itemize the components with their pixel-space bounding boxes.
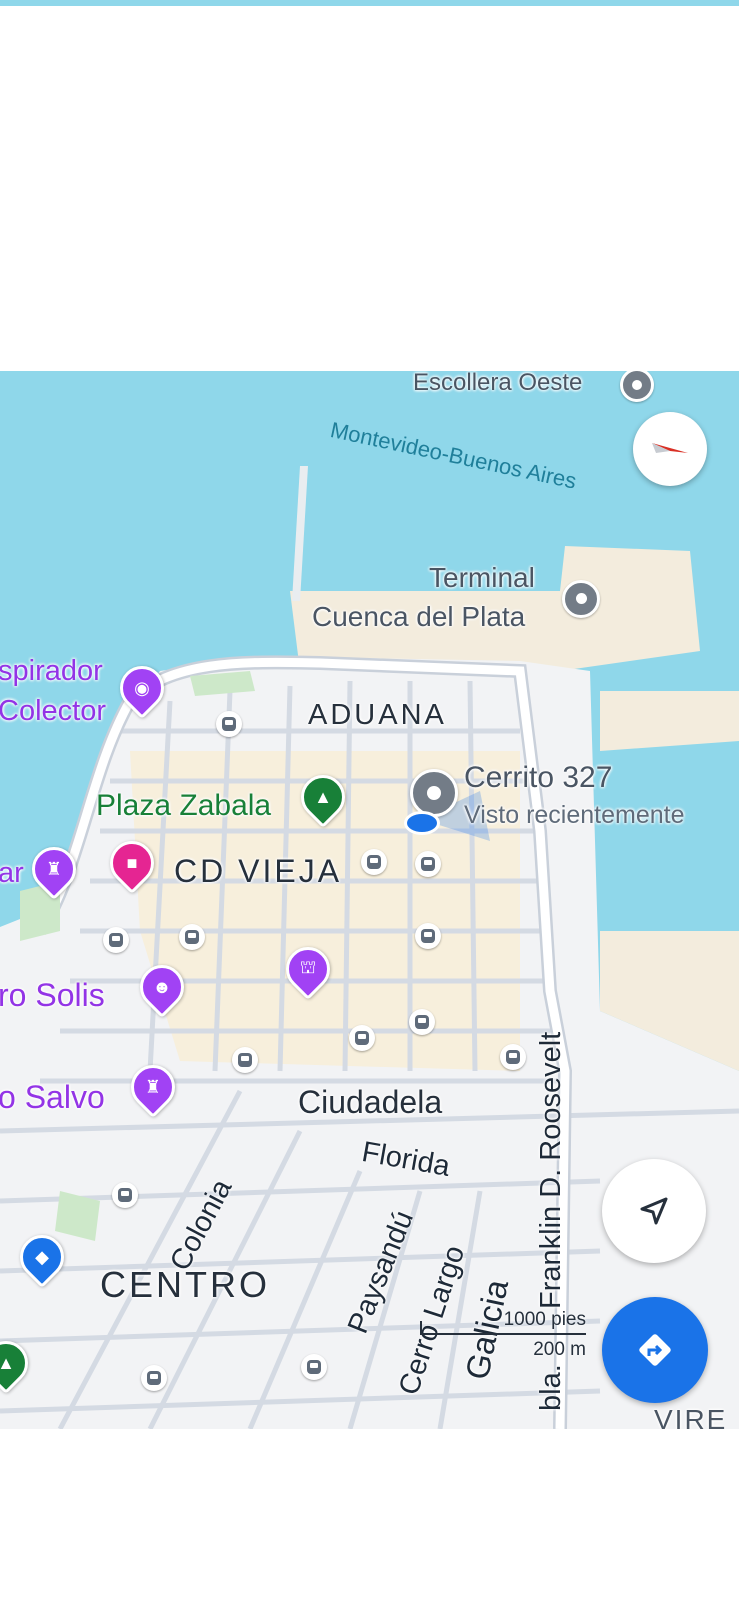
top-edge — [0, 0, 739, 6]
left-ar-label[interactable]: ar — [0, 859, 24, 888]
plaza-zabala-label[interactable]: Plaza Zabala — [96, 791, 271, 821]
compass-button[interactable] — [633, 412, 707, 486]
tree-icon: ▲ — [0, 1352, 15, 1373]
terminal-label-2[interactable]: Cuenca del Plata — [312, 603, 525, 631]
roosevelt-label: Franklin D. Roosevelt — [535, 1031, 567, 1309]
bus-stop-icon[interactable] — [301, 1354, 327, 1380]
scale-feet-label: 1000 pies — [503, 1309, 586, 1330]
current-location-dot — [404, 811, 440, 835]
bus-stop-icon[interactable] — [232, 1047, 258, 1073]
bus-stop-icon[interactable] — [112, 1182, 138, 1208]
ciudadela-label: Ciudadela — [298, 1084, 443, 1120]
museum-icon: ⛫ — [299, 957, 317, 977]
bus-stop-icon[interactable] — [216, 711, 242, 737]
bus-stop-icon[interactable] — [141, 1365, 167, 1391]
castle-icon: ♜ — [144, 1076, 162, 1097]
mirador-label-2[interactable]: Colector — [0, 697, 106, 726]
bus-stop-icon[interactable] — [349, 1025, 375, 1051]
centro-label: CENTRO — [100, 1264, 270, 1305]
corner-label: VIRE — [654, 1404, 728, 1430]
place-name-label[interactable]: Cerrito 327 — [464, 763, 612, 793]
bus-stop-icon[interactable] — [409, 1009, 435, 1035]
terminal-pin[interactable] — [562, 580, 600, 618]
my-location-icon — [640, 1197, 668, 1225]
shopping-bag-icon: ◆ — [35, 1246, 49, 1267]
bus-stop-icon[interactable] — [500, 1044, 526, 1070]
tree-icon: ▲ — [314, 786, 332, 807]
teatro-solis-label[interactable]: ro Solis — [0, 979, 105, 1011]
escollera-label[interactable]: Escollera Oeste — [413, 371, 582, 395]
camera-icon: ◉ — [134, 677, 150, 698]
directions-button[interactable] — [602, 1297, 708, 1403]
my-location-button[interactable] — [602, 1159, 706, 1263]
scale-bar: 1000 pies 200 m — [420, 1309, 590, 1367]
cd-vieja-label: CD VIEJA — [174, 853, 343, 889]
place-sub-label[interactable]: Visto recientemente — [464, 803, 685, 828]
map-view[interactable]: Escollera Oeste Montevideo-Buenos Aires … — [0, 371, 739, 1429]
bottom-sheet — [0, 1429, 739, 1600]
directions-icon — [639, 1334, 671, 1366]
top-panel — [3, 6, 739, 371]
rambla-label: bla. — [535, 1364, 567, 1411]
compass-icon — [652, 443, 688, 453]
bus-stop-icon[interactable] — [179, 924, 205, 950]
terminal-label-1[interactable]: Terminal — [429, 564, 535, 592]
bed-icon: ■ — [126, 852, 138, 873]
mirador-label-1[interactable]: spirador — [0, 657, 103, 686]
saved-place-pin[interactable] — [410, 769, 458, 817]
aduana-label: ADUANA — [308, 699, 447, 731]
bus-stop-icon[interactable] — [103, 927, 129, 953]
bus-stop-icon[interactable] — [361, 849, 387, 875]
bus-stop-icon[interactable] — [415, 851, 441, 877]
scale-meters-label: 200 m — [533, 1339, 586, 1360]
castle-icon: ♜ — [45, 858, 63, 879]
theater-icon: ☻ — [152, 976, 172, 997]
bus-stop-icon[interactable] — [415, 923, 441, 949]
palacio-salvo-label[interactable]: o Salvo — [0, 1081, 105, 1113]
